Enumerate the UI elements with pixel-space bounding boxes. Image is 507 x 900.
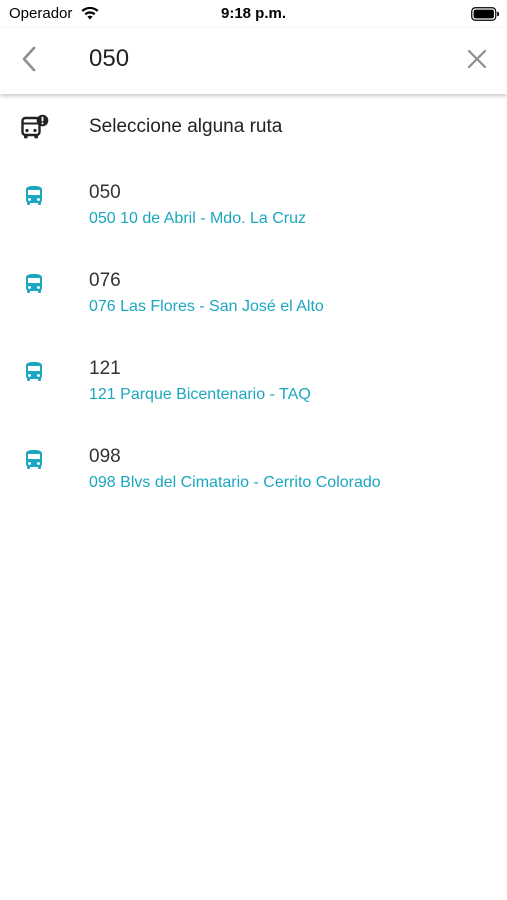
chevron-left-icon: [22, 46, 36, 72]
route-item-076[interactable]: 076 076 Las Flores - San José el Alto: [0, 250, 507, 338]
route-number: 098: [89, 446, 121, 467]
status-bar: Operador 9:18 p.m.: [0, 0, 507, 28]
route-number: 076: [89, 270, 121, 291]
route-name: 121 Parque Bicentenario - TAQ: [89, 386, 311, 403]
battery-icon: [471, 7, 499, 21]
search-header: [0, 28, 507, 94]
select-route-prompt: Seleccione alguna ruta: [0, 94, 507, 162]
bus-alert-icon: [21, 114, 49, 139]
route-item-050[interactable]: 050 050 10 de Abril - Mdo. La Cruz: [0, 162, 507, 250]
route-number: 121: [89, 358, 121, 379]
prompt-label: Seleccione alguna ruta: [89, 116, 283, 137]
route-name: 076 Las Flores - San José el Alto: [89, 298, 324, 315]
route-item-121[interactable]: 121 121 Parque Bicentenario - TAQ: [0, 338, 507, 426]
route-name: 098 Blvs del Cimatario - Cerrito Colorad…: [89, 474, 381, 491]
bus-icon: [26, 362, 42, 381]
clock: 9:18 p.m.: [220, 5, 287, 22]
bus-icon: [26, 186, 42, 205]
close-icon: [467, 49, 487, 69]
bus-icon: [26, 274, 42, 293]
bus-icon: [26, 450, 42, 469]
route-list: Seleccione alguna ruta 050 050 10 de Abr…: [0, 94, 507, 514]
back-button[interactable]: [12, 42, 46, 76]
search-input[interactable]: [89, 40, 439, 78]
screen: Operador 9:18 p.m. 050 Seleccione alguna…: [0, 0, 507, 900]
route-name: 050 10 de Abril - Mdo. La Cruz: [89, 210, 307, 227]
route-number: 050: [89, 182, 121, 203]
clear-search-button[interactable]: [462, 44, 492, 74]
route-item-098[interactable]: 098 098 Blvs del Cimatario - Cerrito Col…: [0, 426, 507, 514]
